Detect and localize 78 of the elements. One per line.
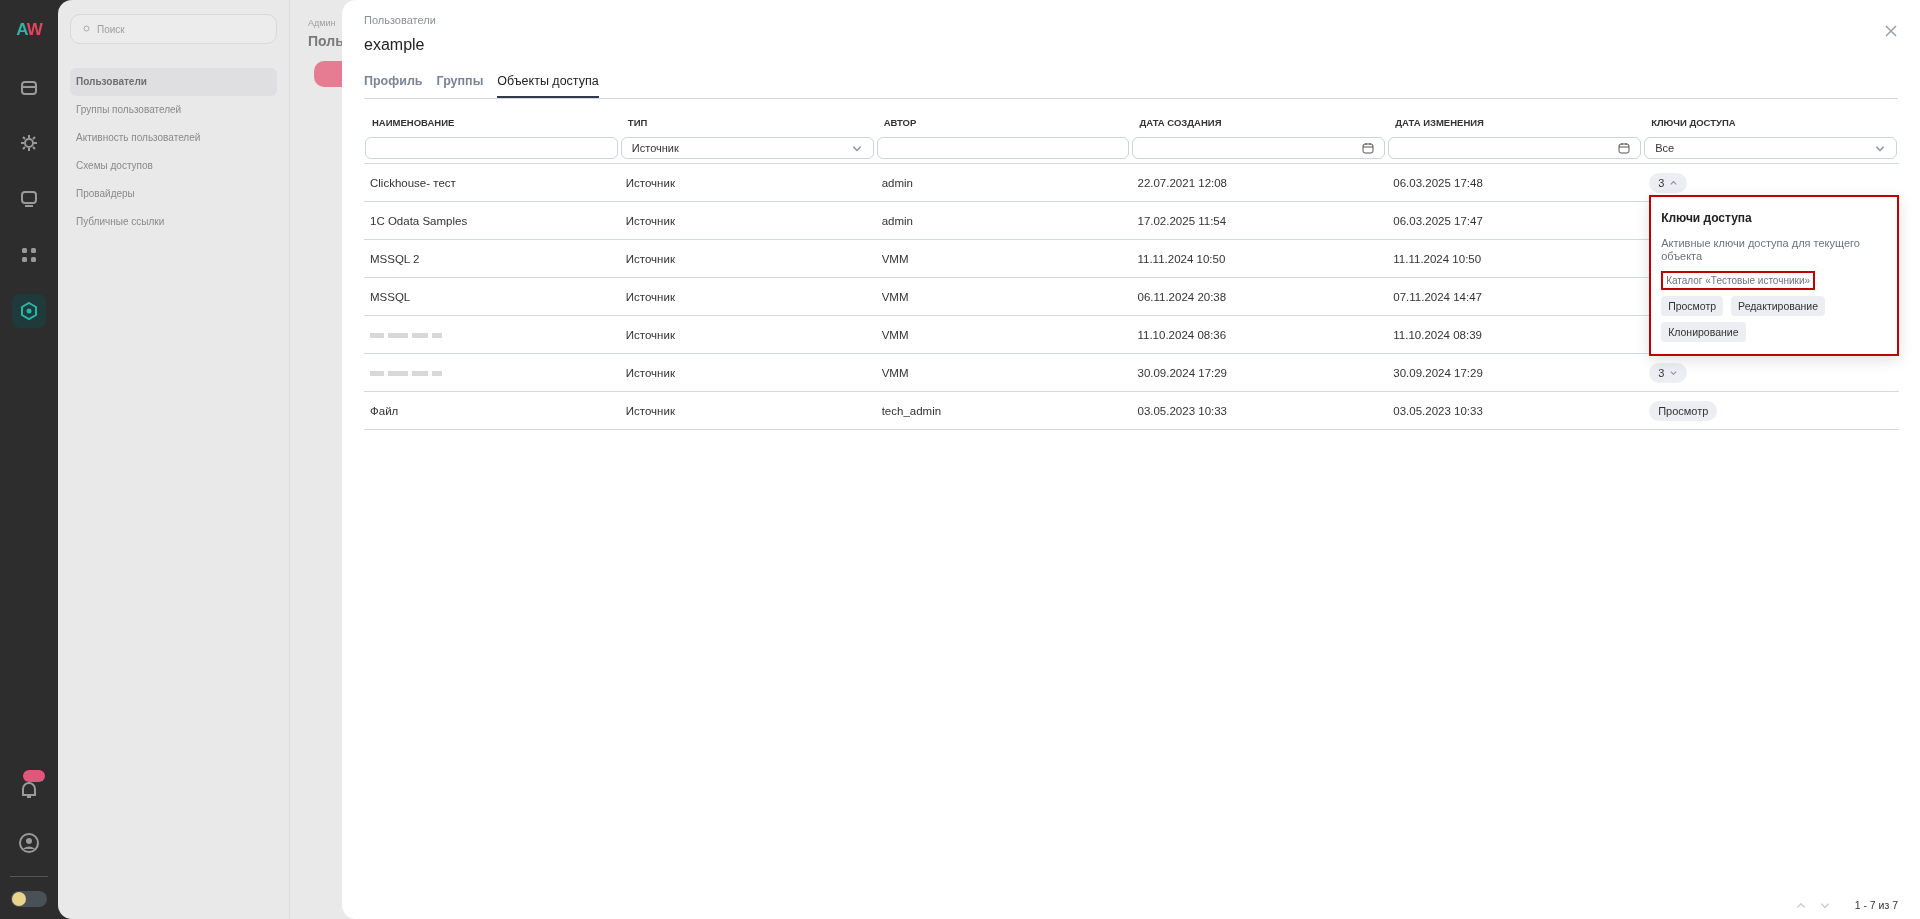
table-cell: tech_admin [881,404,942,417]
date-filter-field[interactable] [1132,137,1386,159]
notification-badge [23,770,45,782]
table-cell: Источник [625,214,675,227]
filter-dropdown[interactable]: Все [1644,137,1897,159]
pagination-text: 1 - 7 из 7 [1854,899,1898,911]
keys-count-chip[interactable]: 3 [1649,172,1688,193]
tab[interactable]: Профиль [364,74,423,98]
close-icon[interactable] [1884,24,1898,38]
table-cell: 06.03.2025 17:47 [1393,214,1483,227]
calendar-icon [1362,142,1375,154]
filter-field[interactable] [876,137,1130,159]
table-cell: MSSQL [370,290,411,303]
table-cell: VMM [881,366,909,379]
tab[interactable]: Объекты доступа [497,74,599,98]
permission-tag: Клонирование [1661,322,1746,342]
drawer-title: example [364,36,426,54]
column-header: ДАТА ИЗМЕНЕНИЯ [1387,117,1644,137]
table-cell: Источник [625,176,675,189]
column-header: ДАТА СОЗДАНИЯ [1131,117,1388,137]
table-cell: 30.09.2024 17:29 [1137,366,1227,379]
table-cell: VMM [881,328,909,341]
table-cell: 11.10.2024 08:36 [1137,328,1227,341]
nav-item[interactable]: Схемы доступов [70,152,277,180]
table-cell: 06.11.2024 20:38 [1137,290,1227,303]
table-cell: 03.05.2023 10:33 [1393,404,1483,417]
column-header: ТИП [619,117,876,137]
table-cell: 06.03.2025 17:48 [1393,176,1483,189]
tab[interactable]: Группы [436,74,484,98]
table-cell: VMM [881,252,909,265]
user-icon[interactable] [18,832,40,854]
app-logo[interactable]: AW [16,20,42,40]
chevron-down-icon [1669,368,1679,377]
table-cell: 11.11.2024 10:50 [1393,252,1482,265]
breadcrumb[interactable]: Пользователи [364,14,1898,26]
column-header: АВТОР [875,117,1132,137]
keys-count-chip[interactable]: 3 [1649,362,1688,383]
table-cell: 30.09.2024 17:29 [1393,366,1483,379]
table-cell: 03.05.2023 10:33 [1137,404,1227,417]
popover-description: Активные ключи доступа для текущего объекта [1661,237,1861,263]
nav-item[interactable]: Публичные ссылки [70,208,277,236]
table-cell: Источник [625,252,675,265]
table-cell: Файл [370,404,399,417]
popover-title: Ключи доступа [1661,211,1753,225]
table-cell: 1C Odata Samples [370,214,468,227]
table-cell: Источник [625,366,675,379]
table-cell: admin [881,176,913,189]
nav-item[interactable]: Провайдеры [70,180,277,208]
catalog-label: Каталог «Тестовые источники» [1661,271,1816,290]
table-cell: 17.02.2025 11:54 [1137,214,1227,227]
nav-item[interactable]: Активность пользователей [70,124,277,152]
nav-item[interactable]: Группы пользователей [70,96,277,124]
permission-tag: Просмотр [1649,400,1718,421]
search-field[interactable]: Поиск [70,14,277,44]
column-header: НАИМЕНОВАНИЕ [364,117,620,137]
table-cell: admin [881,214,913,227]
filter-field[interactable] [365,137,618,159]
search-icon [83,25,91,33]
table-cell: Источник [625,328,675,341]
permission-tag: Просмотр [1661,296,1724,316]
date-filter-field[interactable] [1388,137,1642,159]
table-cell: VMM [881,290,909,303]
nav-item[interactable]: Пользователи [70,68,277,96]
table-cell: MSSQL 2 [370,252,420,265]
chevron-up-icon [1669,178,1679,187]
calendar-icon [1618,142,1631,154]
table-cell: Источник [625,404,675,417]
table-cell: 11.11.2024 10:50 [1137,252,1226,265]
table-cell: 22.07.2021 12:08 [1137,176,1227,189]
permission-tag: Редактирование [1731,296,1826,316]
breadcrumb[interactable]: Админ [308,18,342,28]
filter-dropdown[interactable]: Источник [620,137,874,159]
column-header: КЛЮЧИ ДОСТУПА [1643,117,1899,137]
table-cell: 07.11.2024 14:47 [1393,290,1482,303]
table-cell: Clickhouse- тест [370,176,456,189]
table-cell: Источник [625,290,675,303]
table-cell: 11.10.2024 08:39 [1393,328,1482,341]
theme-toggle[interactable] [11,891,47,907]
